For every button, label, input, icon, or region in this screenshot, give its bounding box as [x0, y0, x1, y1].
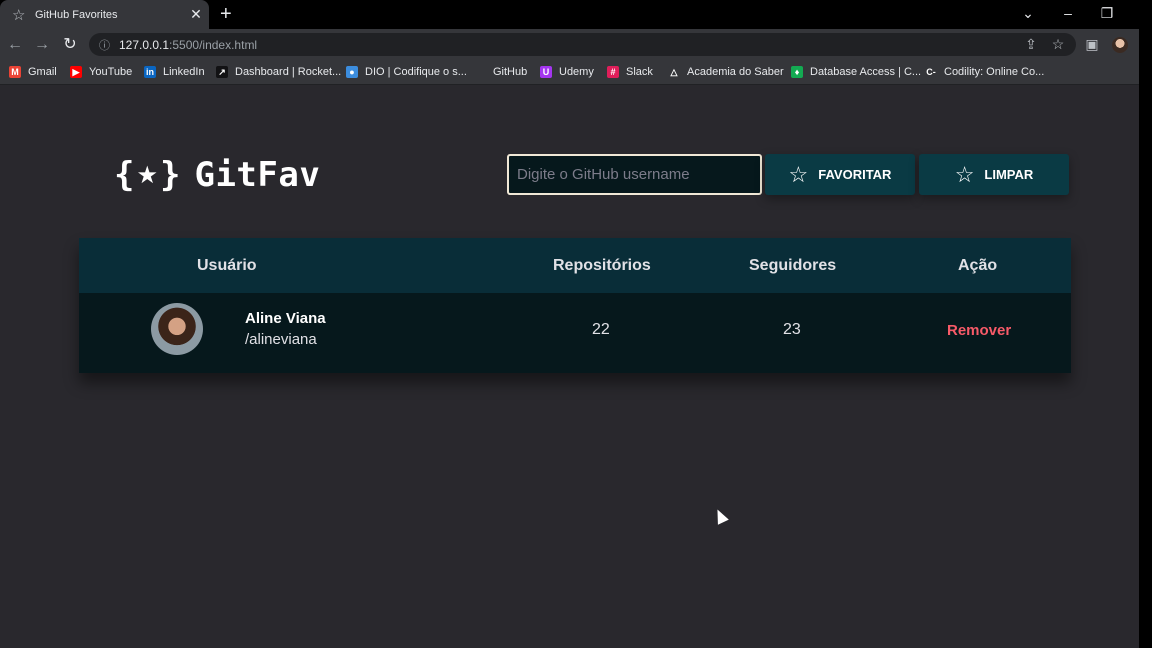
academia-icon: △: [668, 66, 680, 78]
header-followers: Seguidores: [749, 257, 837, 274]
close-tab-icon[interactable]: ✕: [183, 6, 209, 23]
mouse-cursor-icon: [712, 506, 729, 525]
address-bar[interactable]: ⓘ 127.0.0.1:5500/index.html: [89, 33, 1076, 56]
favorites-table: Usuário Repositórios Seguidores Ação Ali…: [79, 238, 1071, 373]
bookmark-label: GitHub: [493, 66, 528, 78]
linkedin-icon: in: [144, 66, 156, 78]
bookmark-codility[interactable]: C- Codility: Online Co...: [925, 60, 1044, 84]
browser-tab-bar: ☆ GitHub Favorites ✕ + ⌄ – ❐: [0, 0, 1152, 29]
side-panel-icon[interactable]: ▣: [1081, 29, 1103, 60]
browser-tab[interactable]: ☆ GitHub Favorites ✕: [0, 0, 209, 29]
dio-icon: ●: [346, 66, 358, 78]
bookmark-label: Database Access | C...: [810, 66, 922, 78]
back-icon[interactable]: ←: [3, 29, 27, 60]
mongodb-icon: ♦: [791, 66, 803, 78]
header-repositories: Repositórios: [553, 257, 651, 274]
gmail-icon: M: [9, 66, 21, 78]
bookmark-label: YouTube: [89, 66, 133, 78]
minimize-icon[interactable]: –: [1053, 0, 1083, 29]
bookmark-gmail[interactable]: M Gmail: [9, 60, 57, 84]
user-avatar: [151, 303, 203, 355]
header-user: Usuário: [197, 257, 257, 274]
clear-button[interactable]: ☆ LIMPAR: [919, 154, 1069, 195]
favorite-button[interactable]: ☆ FAVORITAR: [765, 154, 915, 195]
bookmark-mongodb[interactable]: ♦ Database Access | C...: [791, 60, 921, 84]
new-tab-button[interactable]: +: [220, 3, 232, 25]
bookmark-academia[interactable]: △ Academia do Saber: [668, 60, 784, 84]
tab-title: GitHub Favorites: [35, 8, 118, 21]
bookmarks-bar: M Gmail ▶ YouTube in LinkedIn ↗ Dashboard | Roc…: [0, 60, 1139, 85]
reload-icon[interactable]: ↻: [58, 29, 82, 60]
browser-toolbar: ← → ↻ ⓘ 127.0.0.1:5500/index.html ⇪ ☆ ▣: [0, 29, 1139, 60]
bookmark-label: Slack: [626, 66, 653, 78]
restore-icon[interactable]: ❐: [1092, 0, 1122, 29]
slack-icon: #: [607, 66, 619, 78]
bookmark-youtube[interactable]: ▶ YouTube: [70, 60, 132, 84]
bookmark-label: DIO | Codifique o s...: [365, 66, 467, 78]
bookmark-rocketseat[interactable]: ↗ Dashboard | Rocket...: [216, 60, 341, 84]
rocketseat-icon: ↗: [216, 66, 228, 78]
bookmark-label: Udemy: [559, 66, 594, 78]
codility-icon: C-: [925, 66, 937, 78]
share-icon[interactable]: ⇪: [1020, 29, 1042, 60]
youtube-icon: ▶: [70, 66, 82, 78]
header-action: Ação: [958, 257, 998, 274]
bookmark-linkedin[interactable]: in LinkedIn: [144, 60, 205, 84]
bookmark-udemy[interactable]: U Udemy: [540, 60, 594, 84]
bookmark-label: Gmail: [28, 66, 57, 78]
table-row: Aline Viana /alineviana 22 23 Remover: [79, 293, 1071, 373]
remove-button[interactable]: Remover: [947, 322, 1011, 339]
star-icon: ☆: [12, 6, 26, 24]
user-login: /alineviana: [245, 331, 317, 348]
forward-icon[interactable]: →: [30, 29, 54, 60]
udemy-icon: U: [540, 66, 552, 78]
user-name: Aline Viana: [245, 310, 326, 327]
logo-name: GitFav: [194, 155, 321, 195]
repositories-count: 22: [592, 321, 610, 338]
favorite-button-label: FAVORITAR: [818, 167, 892, 182]
username-search-input[interactable]: [507, 154, 762, 195]
logo-brace-open: {: [114, 155, 135, 195]
followers-count: 23: [783, 321, 801, 338]
clear-button-label: LIMPAR: [984, 167, 1034, 182]
logo-brace-close: }: [160, 155, 181, 195]
star-outline-icon: ☆: [788, 161, 809, 187]
gitfav-logo: { ★ } GitFav: [114, 153, 320, 197]
window-edge: [1139, 0, 1152, 648]
url-text: 127.0.0.1:5500/index.html: [119, 37, 258, 52]
star-outline-icon: ☆: [954, 161, 975, 187]
bookmark-label: Dashboard | Rocket...: [235, 66, 342, 78]
bookmark-label: LinkedIn: [163, 66, 205, 78]
table-header: Usuário Repositórios Seguidores Ação: [79, 238, 1071, 293]
bookmark-label: Codility: Online Co...: [944, 66, 1045, 78]
site-info-icon[interactable]: ⓘ: [99, 37, 117, 53]
tab-search-icon[interactable]: ⌄: [1013, 0, 1043, 29]
profile-avatar[interactable]: [1112, 37, 1128, 53]
logo-star-icon: ★: [136, 161, 158, 189]
bookmark-label: Academia do Saber: [687, 66, 784, 78]
bookmark-dio[interactable]: ● DIO | Codifique o s...: [346, 60, 467, 84]
bookmark-slack[interactable]: # Slack: [607, 60, 653, 84]
bookmark-github[interactable]: GitHub: [493, 60, 527, 84]
bookmark-star-icon[interactable]: ☆: [1047, 29, 1069, 60]
